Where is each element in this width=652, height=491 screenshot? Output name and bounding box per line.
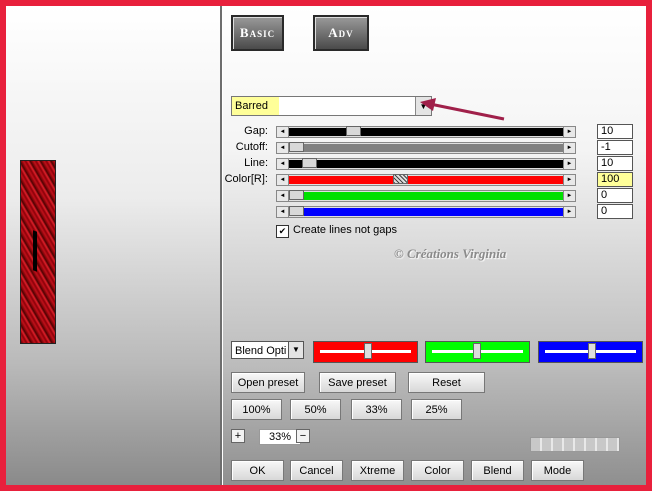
scroll-left-icon[interactable]: ◄ xyxy=(277,207,289,217)
zoom-value: 33% xyxy=(259,429,301,445)
scroll-right-icon[interactable]: ► xyxy=(563,143,575,153)
scroll-left-icon[interactable]: ◄ xyxy=(277,127,289,137)
blend-button[interactable]: Blend xyxy=(471,460,524,481)
progress-indicator xyxy=(530,437,620,452)
ok-button[interactable]: OK xyxy=(231,460,284,481)
zoom-100-button[interactable]: 100% xyxy=(231,399,282,420)
scroll-right-icon[interactable]: ► xyxy=(563,175,575,185)
line-value-input[interactable]: 10 xyxy=(597,156,633,171)
line-slider-track xyxy=(289,160,563,168)
line-slider[interactable]: ◄ ► xyxy=(276,158,576,170)
adv-tab-button[interactable]: Adv xyxy=(313,15,369,51)
blue-slider-thumb[interactable] xyxy=(588,343,596,359)
gap-slider-thumb[interactable] xyxy=(346,126,361,136)
color-b-slider-thumb[interactable] xyxy=(289,206,304,216)
xtreme-button[interactable]: Xtreme xyxy=(351,460,404,481)
zoom-25-button[interactable]: 25% xyxy=(411,399,462,420)
create-lines-label: Create lines not gaps xyxy=(293,224,397,236)
cancel-button[interactable]: Cancel xyxy=(290,460,343,481)
basic-tab-button[interactable]: Basic xyxy=(231,15,284,51)
color-r-label: Color[R]: xyxy=(224,173,268,185)
cutoff-slider-track xyxy=(289,144,563,152)
zoom-50-button[interactable]: 50% xyxy=(290,399,341,420)
open-preset-button[interactable]: Open preset xyxy=(231,372,305,393)
zoom-33-button[interactable]: 33% xyxy=(351,399,402,420)
window-frame: Basic Adv Barred ▼ Gap: ◄ ► 10 Cutoff: ◄ ► -1 Li… xyxy=(0,0,652,491)
color-r-slider-track xyxy=(289,176,563,184)
color-g-slider[interactable]: ◄ ► xyxy=(276,190,576,202)
scroll-right-icon[interactable]: ► xyxy=(563,207,575,217)
gap-value-input[interactable]: 10 xyxy=(597,124,633,139)
color-r-slider-thumb[interactable] xyxy=(393,174,408,184)
scroll-left-icon[interactable]: ◄ xyxy=(277,159,289,169)
scroll-left-icon[interactable]: ◄ xyxy=(277,143,289,153)
scroll-right-icon[interactable]: ► xyxy=(563,191,575,201)
scroll-left-icon[interactable]: ◄ xyxy=(277,175,289,185)
cutoff-slider-thumb[interactable] xyxy=(289,142,304,152)
plugin-dialog: Basic Adv Barred ▼ Gap: ◄ ► 10 Cutoff: ◄ ► -1 Li… xyxy=(6,6,646,485)
color-b-value-input[interactable]: 0 xyxy=(597,204,633,219)
panel-divider xyxy=(220,6,223,485)
cutoff-slider[interactable]: ◄ ► xyxy=(276,142,576,154)
color-g-slider-track xyxy=(289,192,563,200)
chevron-down-icon[interactable]: ▼ xyxy=(288,342,303,358)
mode-button[interactable]: Mode xyxy=(531,460,584,481)
cutoff-label: Cutoff: xyxy=(235,141,268,153)
line-label: Line: xyxy=(244,157,268,169)
blend-options-value: Blend Opti xyxy=(235,345,287,357)
preview-panel xyxy=(6,6,220,485)
scroll-right-icon[interactable]: ► xyxy=(563,127,575,137)
red-color-box[interactable] xyxy=(313,341,418,363)
green-color-box[interactable] xyxy=(425,341,530,363)
gap-label: Gap: xyxy=(244,125,268,137)
gap-slider-track xyxy=(289,128,563,136)
green-slider-thumb[interactable] xyxy=(473,343,481,359)
save-preset-button[interactable]: Save preset xyxy=(319,372,396,393)
color-b-slider-track xyxy=(289,208,563,216)
color-b-slider[interactable]: ◄ ► xyxy=(276,206,576,218)
color-r-slider[interactable]: ◄ ► xyxy=(276,174,576,186)
scroll-left-icon[interactable]: ◄ xyxy=(277,191,289,201)
watermark-text: © Créations Virginia xyxy=(394,246,507,261)
blue-color-box[interactable] xyxy=(538,341,643,363)
line-slider-thumb[interactable] xyxy=(302,158,317,168)
cutoff-value-input[interactable]: -1 xyxy=(597,140,633,155)
color-g-slider-thumb[interactable] xyxy=(289,190,304,200)
color-g-value-input[interactable]: 0 xyxy=(597,188,633,203)
zoom-plus-button[interactable]: + xyxy=(231,429,245,443)
annotation-arrow-icon xyxy=(420,98,505,121)
preset-dropdown[interactable]: Barred ▼ xyxy=(231,96,432,116)
gap-slider[interactable]: ◄ ► xyxy=(276,126,576,138)
preset-dropdown-value: Barred xyxy=(232,97,279,115)
scroll-right-icon[interactable]: ► xyxy=(563,159,575,169)
zoom-minus-button[interactable]: − xyxy=(296,429,310,443)
color-r-value-input[interactable]: 100 xyxy=(597,172,633,187)
preview-thumbnail xyxy=(20,160,56,344)
blend-options-select[interactable]: Blend Opti ▼ xyxy=(231,341,304,359)
color-button[interactable]: Color xyxy=(411,460,464,481)
create-lines-checkbox[interactable]: ✔ xyxy=(276,225,289,238)
red-slider-thumb[interactable] xyxy=(364,343,372,359)
reset-button[interactable]: Reset xyxy=(408,372,485,393)
